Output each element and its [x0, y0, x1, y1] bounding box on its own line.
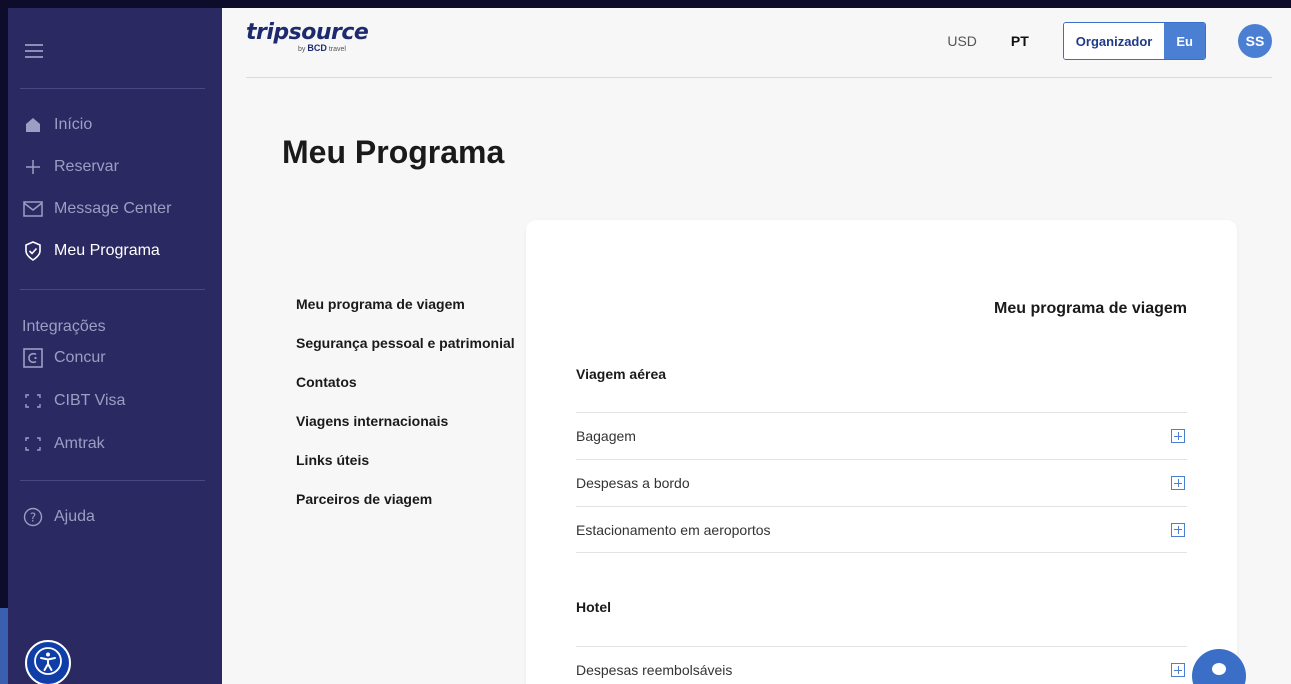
sidebar-item-label: Ajuda — [54, 508, 95, 525]
svg-text:?: ? — [30, 511, 36, 525]
view-toggle: Organizador Eu — [1062, 22, 1206, 60]
bracket-icon — [22, 390, 44, 412]
app-frame: Início Reservar Message Center Meu Progr… — [0, 0, 1291, 684]
top-right-controls: USD PT Organizador Eu SS — [947, 22, 1272, 60]
sidebar-divider — [20, 289, 205, 290]
left-edge-strip — [0, 608, 8, 684]
accordion-row-despesas-reembolsaveis[interactable]: Despesas reembolsáveis — [576, 646, 1187, 684]
sidebar: Início Reservar Message Center Meu Progr… — [8, 8, 222, 684]
accordion-row-estacionamento[interactable]: Estacionamento em aeroportos — [576, 506, 1187, 553]
chat-icon — [1212, 663, 1226, 675]
accordion-label: Bagagem — [576, 428, 636, 444]
page-title: Meu Programa — [282, 134, 505, 170]
help-icon: ? — [22, 506, 44, 528]
expand-icon[interactable] — [1171, 522, 1185, 537]
section-link[interactable]: Contatos — [296, 374, 515, 413]
sidebar-divider — [20, 88, 205, 89]
sidebar-item-inicio[interactable]: Início — [22, 112, 92, 138]
sidebar-item-concur[interactable]: Concur — [22, 345, 106, 371]
sidebar-item-label: Amtrak — [54, 435, 105, 452]
expand-icon[interactable] — [1171, 476, 1185, 490]
accordion-row-despesas-bordo[interactable]: Despesas a bordo — [576, 459, 1187, 506]
expand-icon[interactable] — [1171, 663, 1185, 677]
accessibility-button[interactable] — [25, 640, 71, 684]
language-selector[interactable]: PT — [1011, 33, 1029, 49]
sidebar-item-label: Início — [54, 116, 93, 133]
tripsource-logo[interactable]: tripsource by BCD travel — [246, 20, 369, 53]
sidebar-item-label: Meu Programa — [54, 242, 160, 259]
sidebar-item-meu-programa[interactable]: Meu Programa — [22, 238, 160, 264]
main-content: tripsource by BCD travel USD PT Organiza… — [222, 8, 1291, 684]
sidebar-item-reservar[interactable]: Reservar — [22, 154, 119, 180]
group-title-air: Viagem aérea — [576, 366, 667, 382]
currency-selector[interactable]: USD — [947, 33, 977, 49]
sidebar-item-label: Concur — [54, 349, 106, 366]
top-bar: tripsource by BCD travel USD PT Organiza… — [246, 8, 1272, 78]
group-title-hotel: Hotel — [576, 599, 611, 615]
section-link[interactable]: Parceiros de viagem — [296, 491, 515, 530]
bracket-icon — [22, 433, 44, 455]
shield-check-icon — [22, 240, 44, 262]
sidebar-item-cibt-visa[interactable]: CIBT Visa — [22, 388, 125, 414]
program-card: Meu programa de viagem Viagem aérea Baga… — [526, 220, 1237, 684]
section-link[interactable]: Meu programa de viagem — [296, 296, 515, 335]
accordion-label: Estacionamento em aeroportos — [576, 521, 771, 538]
sidebar-item-message-center[interactable]: Message Center — [22, 196, 171, 222]
accessibility-icon — [33, 646, 63, 681]
section-link[interactable]: Viagens internacionais — [296, 413, 515, 452]
plus-icon — [22, 156, 44, 178]
accordion-label: Despesas a bordo — [576, 475, 690, 491]
menu-icon[interactable] — [25, 44, 43, 58]
section-link[interactable]: Segurança pessoal e patrimonial — [296, 335, 515, 374]
sidebar-item-label: Reservar — [54, 158, 119, 175]
card-title: Meu programa de viagem — [994, 300, 1187, 317]
accordion-row-bagagem[interactable]: Bagagem — [576, 412, 1187, 459]
toggle-organizador[interactable]: Organizador — [1063, 23, 1165, 59]
accordion-label: Despesas reembolsáveis — [576, 662, 733, 678]
sidebar-divider — [20, 480, 205, 481]
sidebar-item-label: Message Center — [54, 200, 172, 217]
avatar[interactable]: SS — [1238, 24, 1272, 58]
integrations-title: Integrações — [22, 318, 106, 335]
section-link[interactable]: Links úteis — [296, 452, 515, 491]
logo-text: tripsource — [246, 20, 369, 45]
home-icon — [22, 114, 44, 136]
mail-icon — [22, 198, 44, 220]
sidebar-item-ajuda[interactable]: ? Ajuda — [22, 504, 95, 530]
sidebar-item-amtrak[interactable]: Amtrak — [22, 431, 105, 457]
concur-icon — [22, 347, 44, 369]
section-nav: Meu programa de viagem Segurança pessoal… — [296, 296, 515, 530]
toggle-eu[interactable]: Eu — [1164, 23, 1205, 59]
expand-icon[interactable] — [1171, 429, 1185, 443]
sidebar-item-label: CIBT Visa — [54, 392, 126, 409]
